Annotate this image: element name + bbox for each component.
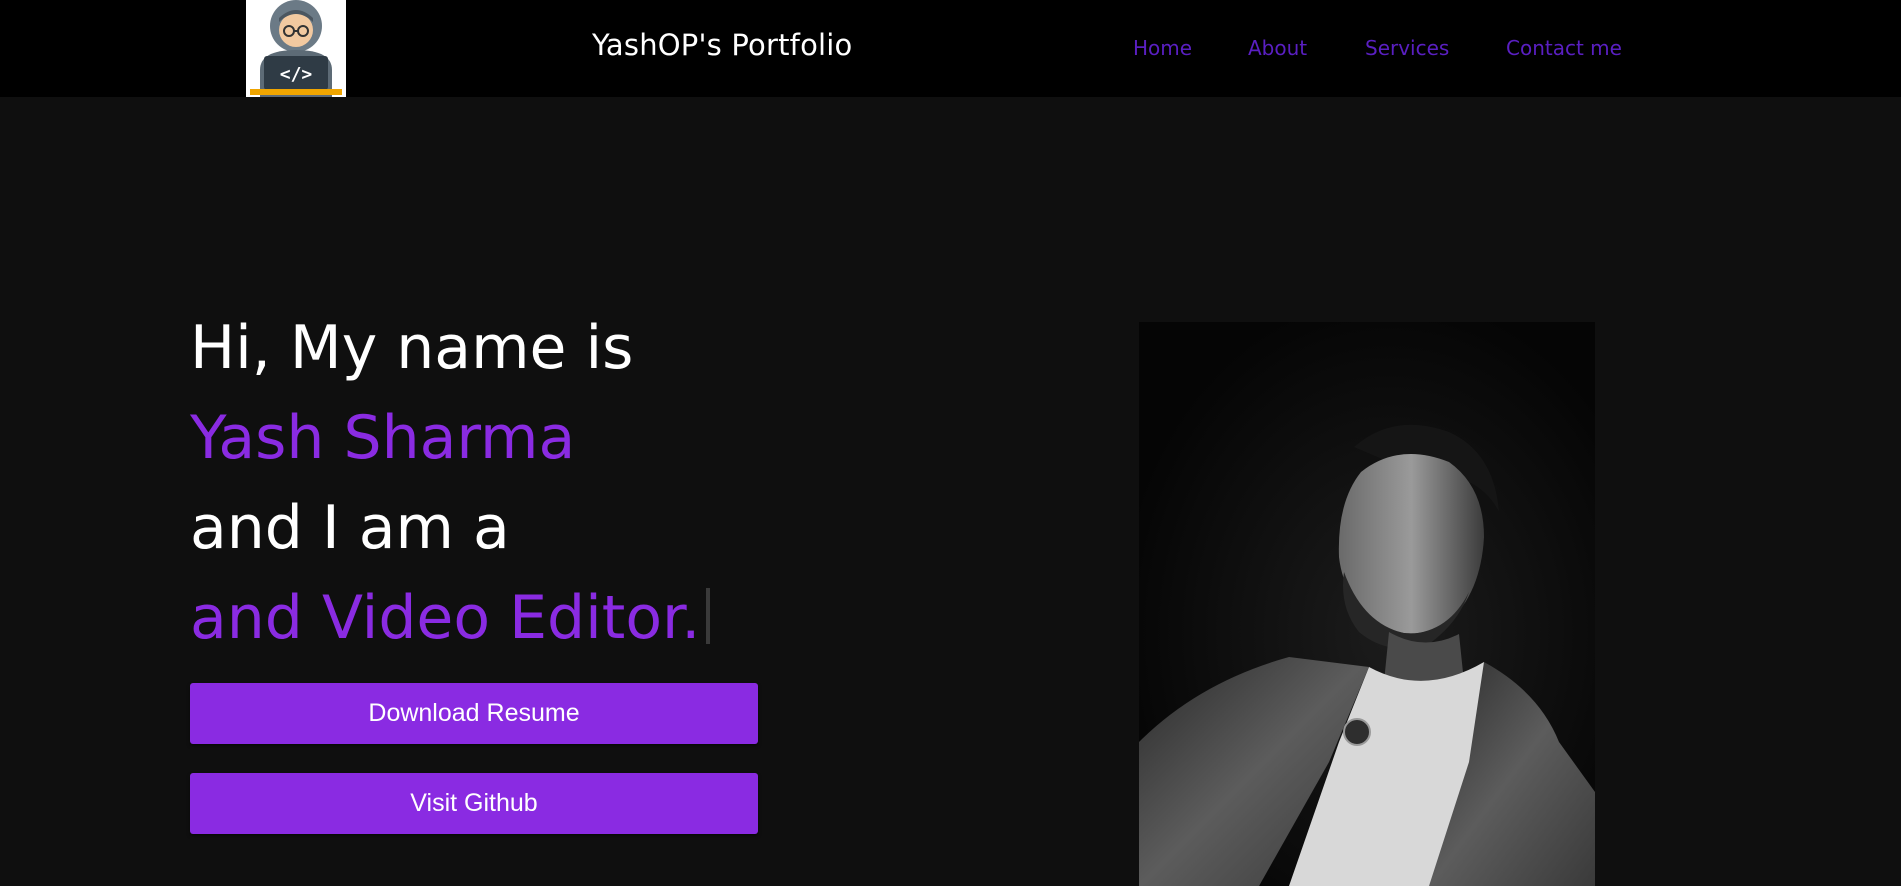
nav-home[interactable]: Home bbox=[1133, 36, 1192, 60]
typing-cursor bbox=[706, 588, 711, 644]
hero-typed-role-line: and Video Editor. bbox=[190, 573, 711, 663]
download-resume-button[interactable]: Download Resume bbox=[190, 683, 758, 744]
developer-avatar-icon: </> bbox=[246, 0, 346, 97]
site-title: YashOP's Portfolio bbox=[592, 28, 853, 62]
navbar: </> YashOP's Portfolio Home About Servic… bbox=[0, 0, 1901, 97]
hero-name: Yash Sharma bbox=[190, 403, 576, 473]
hero-greeting: Hi, My name is bbox=[190, 313, 634, 383]
nav-contact[interactable]: Contact me bbox=[1506, 36, 1622, 60]
nav-about[interactable]: About bbox=[1248, 36, 1307, 60]
logo[interactable]: </> bbox=[246, 0, 346, 97]
hero-intro: Hi, My name is Yash Sharma and I am a an… bbox=[190, 303, 711, 663]
hero-intro-line: and I am a bbox=[190, 493, 510, 563]
portrait-illustration bbox=[1139, 322, 1595, 886]
nav-services[interactable]: Services bbox=[1365, 36, 1449, 60]
visit-github-button[interactable]: Visit Github bbox=[190, 773, 758, 834]
portrait-photo bbox=[1139, 322, 1595, 886]
svg-text:</>: </> bbox=[280, 64, 313, 85]
hero-typed-role: and Video Editor. bbox=[190, 583, 701, 653]
